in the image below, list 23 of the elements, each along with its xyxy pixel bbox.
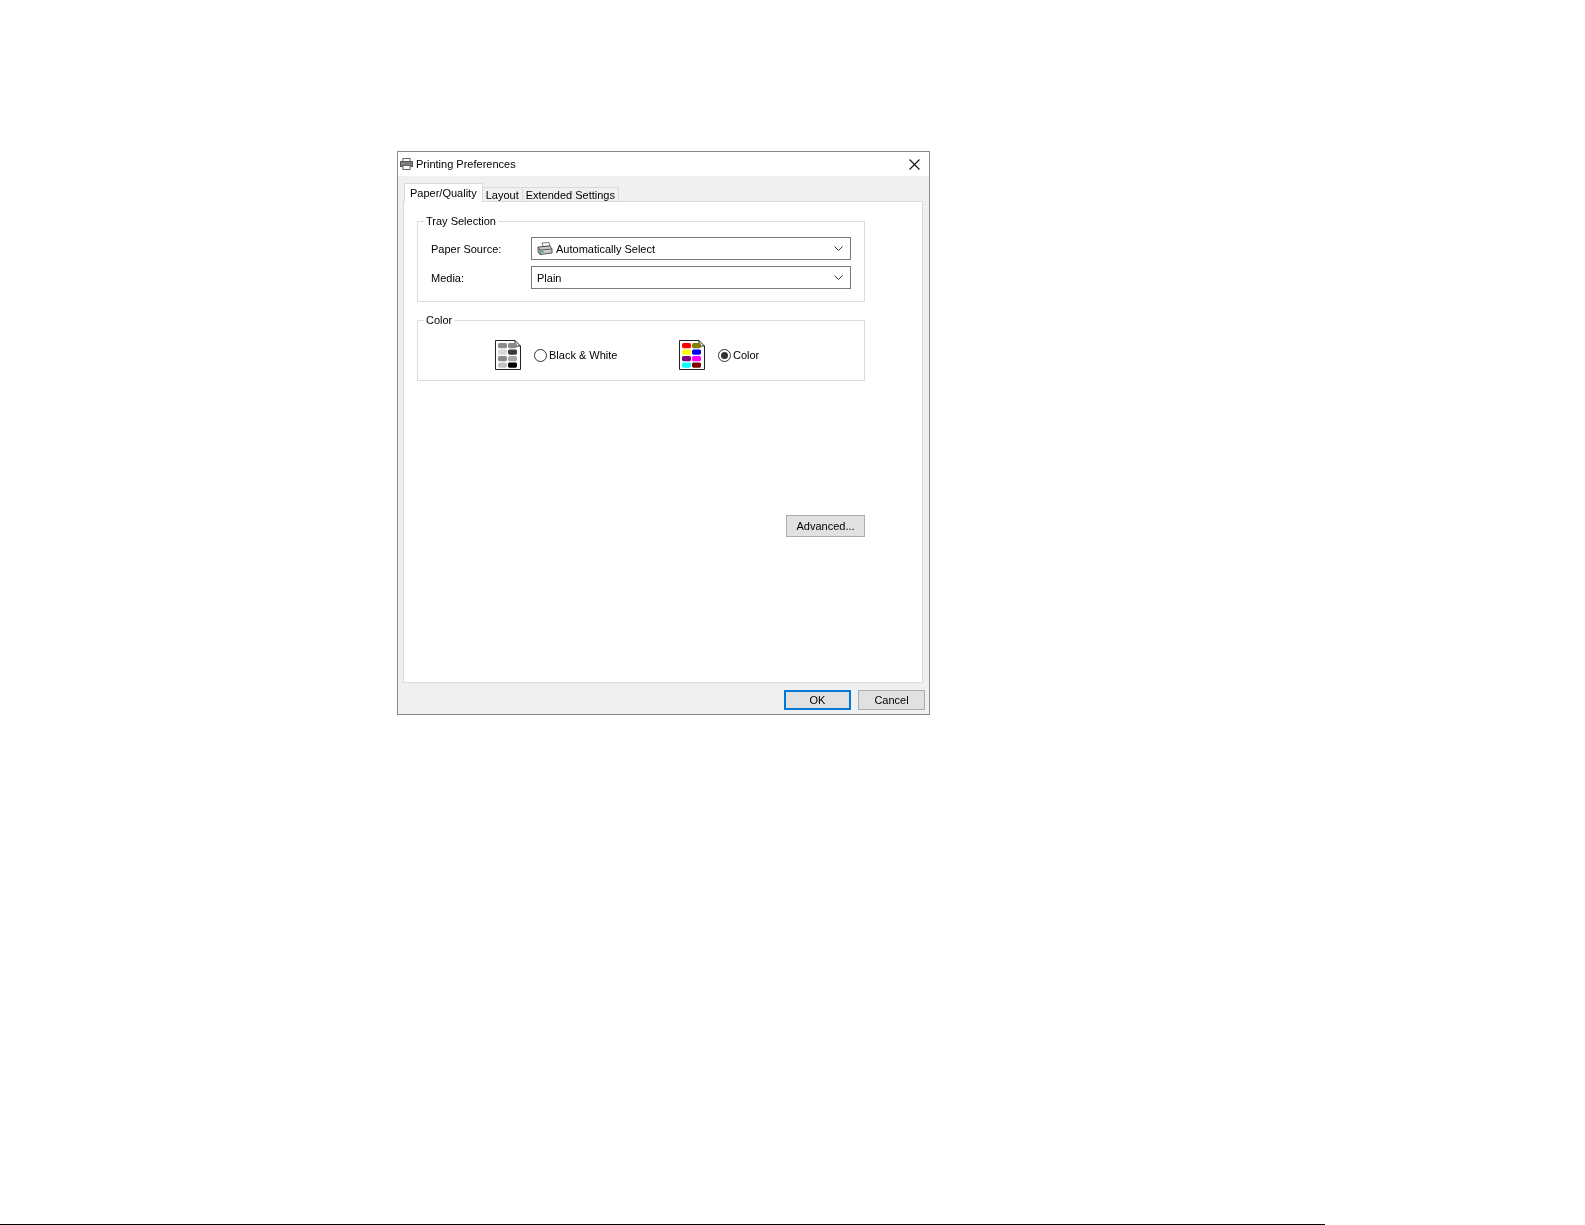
page-icon xyxy=(679,340,705,370)
printer-icon xyxy=(537,241,553,256)
window-title: Printing Preferences xyxy=(416,158,517,170)
radio-button[interactable] xyxy=(534,348,547,362)
field-label: Paper Source: xyxy=(431,242,503,255)
cancel-button[interactable]: Cancel xyxy=(858,690,925,710)
advanced-button[interactable]: Advanced... xyxy=(786,515,865,537)
radio-label[interactable]: Color xyxy=(733,349,760,361)
field-label: Media: xyxy=(431,271,466,284)
ok-button[interactable]: OK xyxy=(784,690,851,710)
page-icon xyxy=(495,340,521,370)
group-title: Tray Selection xyxy=(425,215,497,228)
tab[interactable]: Paper/Quality xyxy=(404,183,483,202)
radio-label[interactable]: Black & White xyxy=(549,349,618,361)
tab[interactable]: Layout xyxy=(481,187,523,201)
tab[interactable]: Extended Settings xyxy=(521,187,619,201)
radio-button[interactable] xyxy=(718,348,731,362)
chevron-icon xyxy=(834,275,843,280)
group-title: Color xyxy=(425,314,454,327)
dropdown[interactable]: Plain xyxy=(531,266,851,289)
close-icon[interactable] xyxy=(909,158,920,170)
chevron-icon xyxy=(834,246,843,251)
dropdown[interactable]: Automatically Select xyxy=(531,237,851,260)
